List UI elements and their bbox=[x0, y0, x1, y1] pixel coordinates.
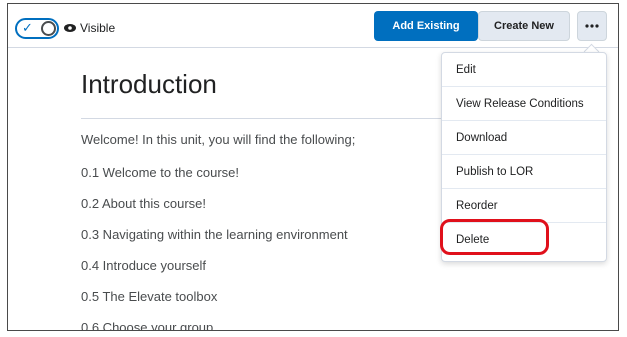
create-new-button[interactable]: Create New bbox=[478, 11, 570, 41]
add-existing-button[interactable]: Add Existing bbox=[374, 11, 478, 41]
checkmark-icon: ✓ bbox=[22, 20, 33, 35]
list-item: 0.1 Welcome to the course! bbox=[81, 165, 240, 180]
content-frame: ✓ Visible Add Existing Create New Introd… bbox=[7, 3, 619, 331]
page-title: Introduction bbox=[81, 69, 217, 99]
visibility-toggle[interactable]: ✓ bbox=[15, 18, 59, 39]
menu-item-view-release-conditions[interactable]: View Release Conditions bbox=[442, 87, 606, 121]
list-item: 0.3 Navigating within the learning envir… bbox=[81, 227, 348, 242]
menu-item-reorder[interactable]: Reorder bbox=[442, 189, 606, 223]
list-item: 0.2 About this course! bbox=[81, 196, 207, 211]
visibility-label: Visible bbox=[80, 21, 116, 35]
toolbar: ✓ Visible Add Existing Create New bbox=[8, 4, 618, 48]
menu-item-publish-to-lor[interactable]: Publish to LOR bbox=[442, 155, 606, 189]
menu-item-download[interactable]: Download bbox=[442, 121, 606, 155]
title-divider bbox=[81, 118, 451, 119]
menu-item-edit[interactable]: Edit bbox=[442, 53, 606, 87]
eye-icon bbox=[64, 24, 76, 32]
delete-highlight-annotation bbox=[440, 219, 549, 255]
more-actions-button[interactable] bbox=[577, 11, 607, 41]
intro-paragraph: Welcome! In this unit, you will find the… bbox=[81, 132, 356, 147]
list-item: 0.6 Choose your group bbox=[81, 320, 214, 331]
toggle-knob bbox=[41, 21, 56, 36]
list-item: 0.5 The Elevate toolbox bbox=[81, 289, 218, 304]
list-item: 0.4 Introduce yourself bbox=[81, 258, 207, 273]
more-icon bbox=[585, 24, 599, 28]
